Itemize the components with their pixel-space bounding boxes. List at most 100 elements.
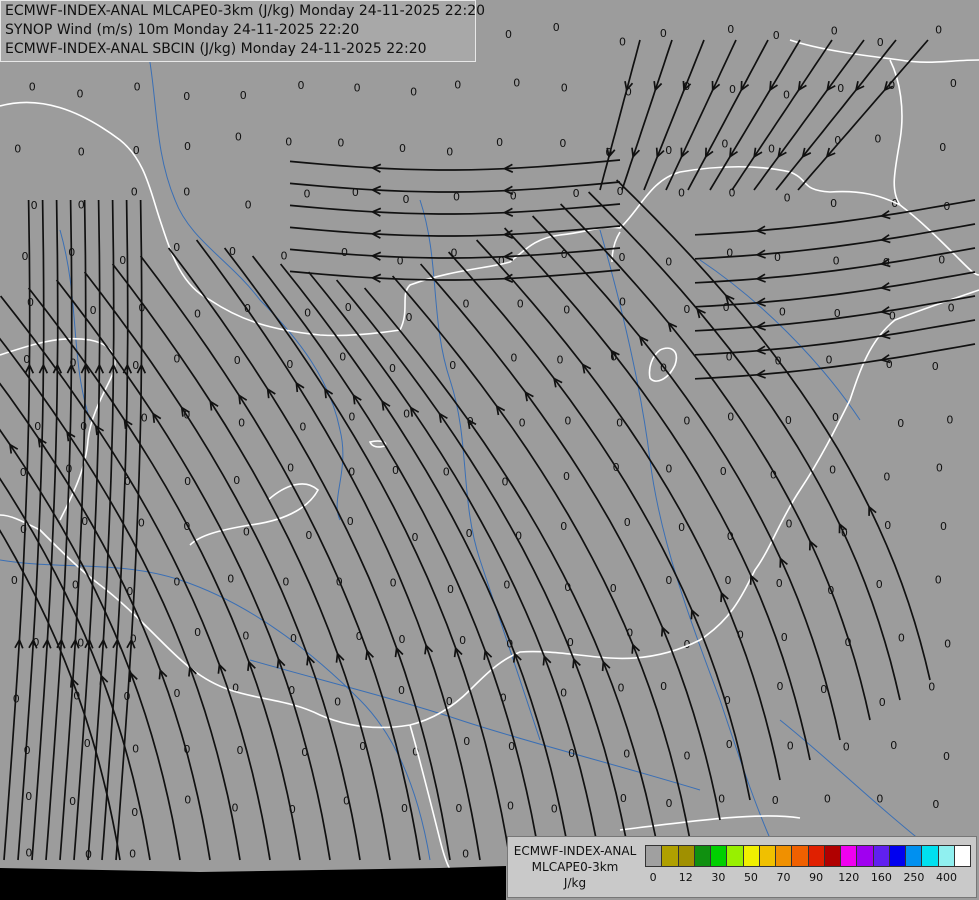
title-line-cape: ECMWF-INDEX-ANAL MLCAPE0-3km (J/kg) Mond… [5, 3, 486, 19]
legend-swatch [711, 845, 728, 867]
sbcin-value: 0 [787, 740, 794, 753]
sbcin-value: 0 [721, 138, 728, 151]
sbcin-value: 0 [876, 578, 883, 591]
sbcin-value: 0 [78, 198, 85, 211]
legend-swatch [678, 845, 695, 867]
sbcin-value: 0 [932, 798, 939, 811]
sbcin-value: 0 [551, 803, 558, 816]
legend-scale: 0 12 30 50 70 90 120 160 250 400 [645, 845, 971, 895]
legend-title: ECMWF-INDEX-ANAL MLCAPE0-3km J/kg [510, 843, 640, 891]
legend-parameter: MLCAPE0-3km [531, 860, 619, 874]
sbcin-value: 0 [779, 306, 786, 319]
sbcin-value: 0 [354, 81, 361, 94]
sbcin-value: 0 [141, 412, 148, 425]
sbcin-value: 0 [134, 81, 141, 94]
sbcin-value: 0 [287, 461, 294, 474]
sbcin-value: 0 [304, 307, 311, 320]
legend-swatches [645, 845, 971, 867]
sbcin-value: 0 [773, 29, 780, 42]
sbcin-value: 0 [184, 140, 191, 153]
sbcin-value: 0 [898, 632, 905, 645]
sbcin-value: 0 [940, 520, 947, 533]
sbcin-value: 0 [403, 408, 410, 421]
sbcin-value: 0 [11, 574, 18, 587]
sbcin-value: 0 [660, 680, 667, 693]
sbcin-value: 0 [786, 517, 793, 530]
legend-swatch [808, 845, 825, 867]
sbcin-value: 0 [829, 463, 836, 476]
sbcin-value: 0 [454, 79, 461, 92]
sbcin-value: 0 [305, 529, 312, 542]
legend-tick-label: 160 [870, 871, 892, 884]
sbcin-value: 0 [443, 466, 450, 479]
sbcin-value: 0 [347, 515, 354, 528]
legend-tick-label: 50 [743, 871, 758, 884]
sbcin-value: 0 [824, 793, 831, 806]
sbcin-value: 0 [463, 298, 470, 311]
sbcin-value: 0 [505, 28, 512, 41]
legend-tick-label: 30 [711, 871, 726, 884]
sbcin-value: 0 [227, 572, 234, 585]
sbcin-value: 0 [560, 520, 567, 533]
sbcin-value: 0 [831, 25, 838, 38]
sbcin-value: 0 [678, 186, 685, 199]
sbcin-value: 0 [240, 89, 247, 102]
sbcin-value: 0 [463, 735, 470, 748]
sbcin-value: 0 [568, 747, 575, 760]
sbcin-value: 0 [243, 526, 250, 539]
sbcin-value: 0 [772, 794, 779, 807]
sbcin-value: 0 [781, 631, 788, 644]
legend-ticks: 0 12 30 50 70 90 120 160 250 400 [645, 867, 971, 887]
legend-tick-label: 12 [678, 871, 693, 884]
sbcin-value: 0 [447, 583, 454, 596]
sbcin-value: 0 [943, 200, 950, 213]
sbcin-value: 0 [777, 680, 784, 693]
legend-swatch [743, 845, 760, 867]
sbcin-value: 0 [31, 199, 38, 212]
sbcin-value: 0 [132, 743, 139, 756]
sbcin-value: 0 [932, 360, 939, 373]
sbcin-value: 0 [174, 687, 181, 700]
sbcin-value: 0 [237, 744, 244, 757]
legend-swatch [824, 845, 841, 867]
legend-swatch [954, 845, 971, 867]
sbcin-value: 0 [944, 638, 951, 651]
sbcin-value: 0 [194, 308, 201, 321]
sbcin-value: 0 [119, 254, 126, 267]
sbcin-value: 0 [233, 474, 240, 487]
color-legend: ECMWF-INDEX-ANAL MLCAPE0-3km J/kg 0 12 30 5… [507, 836, 977, 898]
sbcin-value: 0 [341, 246, 348, 259]
sbcin-value: 0 [833, 255, 840, 268]
sbcin-value: 0 [510, 352, 517, 365]
sbcin-value: 0 [517, 298, 524, 311]
legend-unit: J/kg [563, 876, 587, 890]
sbcin-value: 0 [507, 800, 514, 813]
sbcin-value: 0 [559, 137, 566, 150]
legend-swatch [841, 845, 858, 867]
sbcin-value: 0 [720, 465, 727, 478]
sbcin-value: 0 [883, 471, 890, 484]
sbcin-value: 0 [183, 90, 190, 103]
sbcin-value: 0 [503, 578, 510, 591]
sbcin-value: 0 [390, 577, 397, 590]
sbcin-value: 0 [334, 696, 341, 709]
sbcin-value: 0 [462, 847, 469, 860]
legend-source: ECMWF-INDEX-ANAL [513, 844, 637, 858]
sbcin-value: 0 [936, 462, 943, 475]
sbcin-value: 0 [496, 136, 503, 149]
sbcin-value: 0 [29, 80, 36, 93]
sbcin-value: 0 [623, 747, 630, 760]
sbcin-value: 0 [876, 793, 883, 806]
sbcin-value: 0 [837, 82, 844, 95]
sbcin-value: 0 [25, 790, 32, 803]
sbcin-value: 0 [938, 253, 945, 266]
sbcin-value: 0 [298, 79, 305, 92]
sbcin-value: 0 [184, 793, 191, 806]
sbcin-value: 0 [665, 574, 672, 587]
sbcin-value: 0 [678, 521, 685, 534]
sbcin-value: 0 [665, 144, 672, 157]
sbcin-value: 0 [519, 416, 526, 429]
sbcin-value: 0 [22, 250, 29, 263]
sbcin-value: 0 [399, 633, 406, 646]
sbcin-value: 0 [401, 802, 408, 815]
